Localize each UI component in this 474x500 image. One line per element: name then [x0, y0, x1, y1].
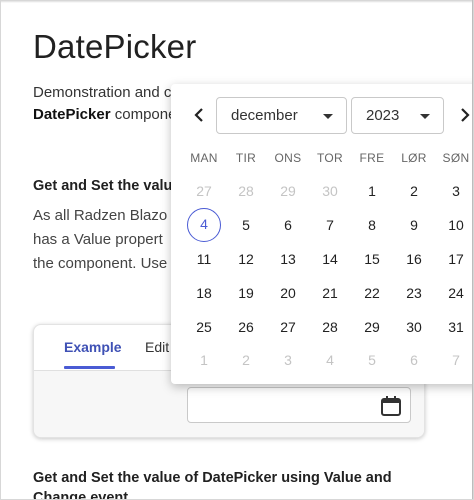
section-2-heading-line-1: Get and Set the value of DatePicker usin…	[33, 470, 392, 486]
year-select-value: 2023	[366, 107, 400, 124]
day-cell[interactable]: 2	[397, 174, 431, 208]
datepicker-input[interactable]	[187, 387, 411, 423]
day-cell-other-month[interactable]: 6	[397, 343, 431, 377]
day-cell[interactable]: 11	[187, 242, 221, 276]
section-2-heading-line-2: Change event	[33, 490, 129, 500]
caret-down-icon	[323, 114, 333, 119]
day-cell-other-month[interactable]: 7	[439, 343, 473, 377]
day-cell-other-month[interactable]: 27	[187, 174, 221, 208]
section-heading: Get and Set the valu	[33, 178, 173, 194]
day-cell-other-month[interactable]: 2	[229, 343, 263, 377]
weekday-label: MAN	[190, 151, 218, 165]
day-cell[interactable]: 20	[271, 276, 305, 310]
top-shadow	[1, 0, 473, 3]
day-cell-other-month[interactable]: 28	[229, 174, 263, 208]
caret-down-icon	[420, 114, 430, 119]
day-cell[interactable]: 25	[187, 310, 221, 344]
day-cell-other-month[interactable]: 5	[355, 343, 389, 377]
weekday-label: TIR	[235, 151, 257, 165]
day-cell-other-month[interactable]: 29	[271, 174, 305, 208]
tab-edit-source[interactable]: Edit	[145, 339, 169, 355]
day-cell[interactable]: 18	[187, 276, 221, 310]
day-cell[interactable]: 3	[439, 174, 473, 208]
day-cell[interactable]: 14	[313, 242, 347, 276]
day-cell-other-month[interactable]: 1	[187, 343, 221, 377]
day-cell[interactable]: 21	[313, 276, 347, 310]
day-cell[interactable]: 23	[397, 276, 431, 310]
day-cell-other-month[interactable]: 3	[271, 343, 305, 377]
calendar-popup: december 2023 MAN TIR ONS TOR FRE LØR SØN 27 28…	[171, 84, 473, 384]
section-line-2: has a Value propert	[33, 231, 163, 248]
right-border	[472, 0, 473, 499]
day-cell[interactable]: 1	[355, 174, 389, 208]
day-cell[interactable]: 30	[397, 310, 431, 344]
day-cell[interactable]: 16	[397, 242, 431, 276]
day-cell[interactable]: 27	[271, 310, 305, 344]
day-cell[interactable]: 17	[439, 242, 473, 276]
section-line-3: the component. Use	[33, 255, 168, 272]
weekday-label: ONS	[274, 151, 302, 165]
day-cell[interactable]: 5	[229, 208, 263, 242]
day-cell[interactable]: 26	[229, 310, 263, 344]
day-cell[interactable]: 12	[229, 242, 263, 276]
page-title: DatePicker	[33, 28, 197, 65]
intro-line-1: Demonstration and c	[33, 84, 172, 101]
chevron-left-icon[interactable]	[189, 104, 209, 126]
day-cell[interactable]: 29	[355, 310, 389, 344]
year-select[interactable]: 2023	[351, 97, 444, 134]
weekday-label: SØN	[442, 151, 470, 165]
day-cell[interactable]: 10	[439, 208, 473, 242]
weekday-label: LØR	[401, 151, 427, 165]
weekday-label: TOR	[316, 151, 343, 165]
calendar-icon[interactable]	[380, 395, 402, 417]
month-select-value: december	[231, 107, 298, 124]
day-cell-other-month[interactable]: 4	[313, 343, 347, 377]
tab-active-indicator	[64, 366, 115, 369]
section-2-heading: Get and Set the value of DatePicker usin…	[33, 468, 392, 500]
month-select[interactable]: december	[216, 97, 347, 134]
day-cell[interactable]: 19	[229, 276, 263, 310]
day-cell-other-month[interactable]: 30	[313, 174, 347, 208]
section-line-1: As all Radzen Blazo	[33, 207, 168, 224]
day-cell[interactable]: 8	[355, 208, 389, 242]
day-cell[interactable]: 31	[439, 310, 473, 344]
intro-line-2: DatePicker compone	[33, 104, 176, 126]
day-cell[interactable]: 24	[439, 276, 473, 310]
page-frame: DatePicker Demonstration and c DatePicke…	[0, 0, 474, 500]
day-cell[interactable]: 13	[271, 242, 305, 276]
day-cell[interactable]: 28	[313, 310, 347, 344]
intro-paragraph: Demonstration and c DatePicker compone	[33, 82, 176, 126]
day-cell[interactable]: 15	[355, 242, 389, 276]
section-paragraph: As all Radzen Blazo has a Value propert …	[33, 204, 167, 276]
intro-bold-component: DatePicker	[33, 106, 111, 123]
day-cell[interactable]: 6	[271, 208, 305, 242]
intro-line-2-rest: compone	[110, 106, 177, 123]
weekday-label: FRE	[359, 151, 385, 165]
day-cell[interactable]: 9	[397, 208, 431, 242]
tab-example[interactable]: Example	[64, 339, 122, 355]
day-cell[interactable]: 22	[355, 276, 389, 310]
day-cell-today[interactable]: 4	[187, 208, 221, 242]
day-cell[interactable]: 7	[313, 208, 347, 242]
